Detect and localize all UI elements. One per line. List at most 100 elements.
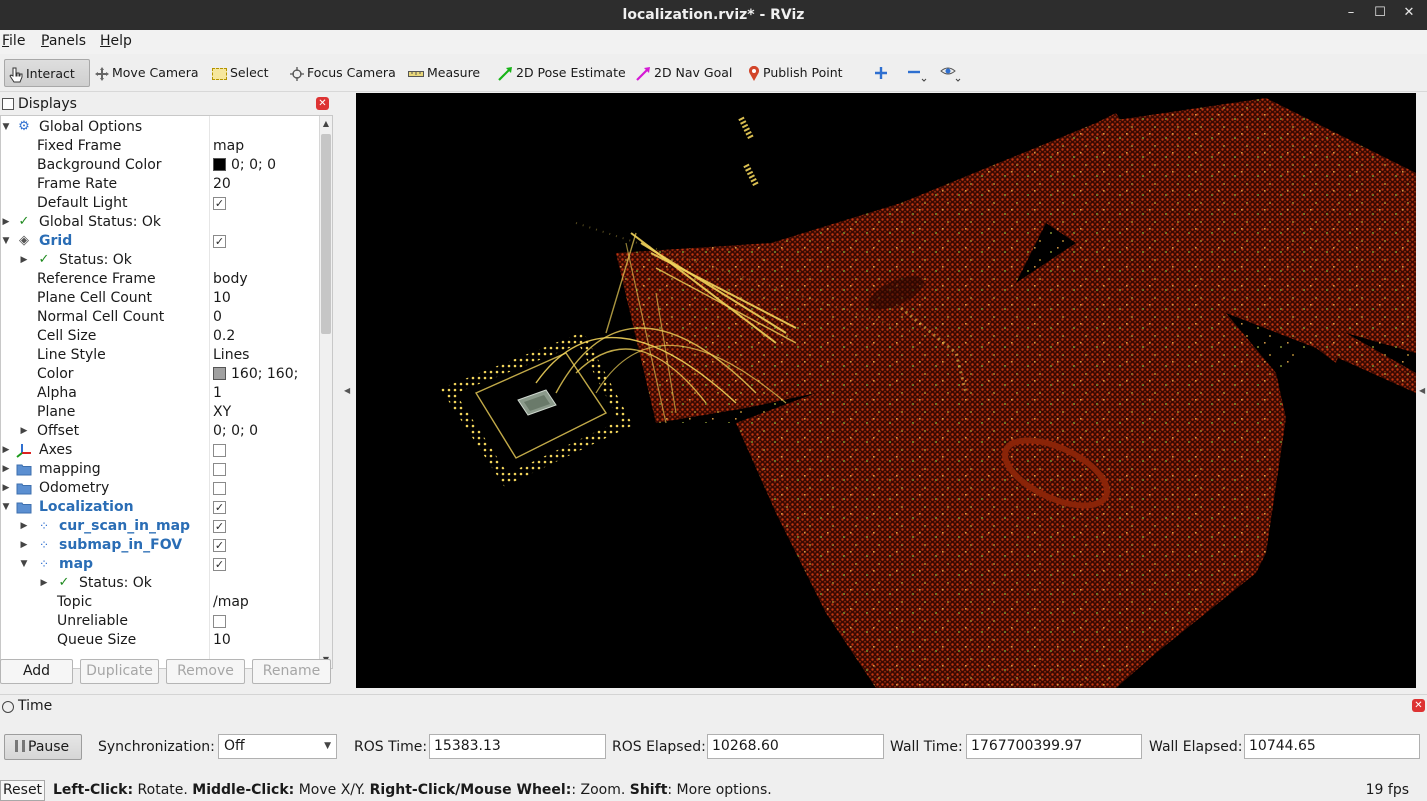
- collapse-arrow-icon[interactable]: ▼: [1, 498, 11, 517]
- axes-checkbox[interactable]: [213, 444, 226, 457]
- tree-row-map-status[interactable]: ▶ ✓ Status: Ok: [1, 574, 319, 593]
- pointcloud-icon: ⁘: [38, 519, 50, 533]
- tree-row-mapping[interactable]: ▶ mapping: [1, 460, 319, 479]
- menu-panels[interactable]: Panels: [41, 33, 86, 49]
- expand-arrow-icon[interactable]: ▶: [19, 422, 29, 441]
- tree-row-color[interactable]: Color 160; 160;: [1, 365, 319, 384]
- tree-row-frame-rate[interactable]: Frame Rate 20: [1, 175, 319, 194]
- sync-dropdown[interactable]: Off ▼: [218, 734, 337, 759]
- ros-time-field[interactable]: 15383.13: [429, 734, 606, 759]
- render-viewport[interactable]: [356, 93, 1416, 688]
- localization-checkbox[interactable]: ✓: [213, 501, 226, 514]
- add-display-button[interactable]: Add: [0, 659, 73, 684]
- scrollbar-thumb[interactable]: [321, 134, 331, 334]
- map-pin-icon: [749, 65, 759, 81]
- tree-row-odometry[interactable]: ▶ Odometry: [1, 479, 319, 498]
- expand-arrow-icon[interactable]: ▶: [1, 479, 11, 498]
- map-checkbox[interactable]: ✓: [213, 558, 226, 571]
- wall-elapsed-field[interactable]: 10744.65: [1244, 734, 1420, 759]
- tree-row-map[interactable]: ▼ ⁘ map ✓: [1, 555, 319, 574]
- wall-time-field[interactable]: 1767700399.97: [966, 734, 1142, 759]
- tree-row-queue-size[interactable]: Queue Size 10: [1, 631, 319, 650]
- tree-row-grid-status[interactable]: ▶ ✓ Status: Ok: [1, 251, 319, 270]
- tree-row-normal-cell-count[interactable]: Normal Cell Count 0: [1, 308, 319, 327]
- select-tool-button[interactable]: Select: [212, 59, 269, 87]
- green-arrow-icon: [498, 67, 512, 81]
- window-title: localization.rviz* - RViz: [622, 7, 805, 23]
- grid-checkbox[interactable]: ✓: [213, 235, 226, 248]
- collapse-right-arrow-icon[interactable]: ◀: [1419, 386, 1425, 395]
- view-tool-button[interactable]: [940, 59, 964, 87]
- remove-tool-button[interactable]: [906, 59, 930, 87]
- close-window-button[interactable]: ✕: [1397, 0, 1421, 28]
- minus-icon: [908, 70, 927, 82]
- collapse-arrow-icon[interactable]: ▼: [19, 555, 29, 574]
- sync-label: Synchronization:: [98, 739, 215, 755]
- collapse-left-arrow-icon[interactable]: ◀: [344, 386, 350, 395]
- tree-row-alpha[interactable]: Alpha 1: [1, 384, 319, 403]
- tree-row-global-status[interactable]: ▶ ✓ Global Status: Ok: [1, 213, 319, 232]
- wall-elapsed-label: Wall Elapsed:: [1149, 739, 1243, 755]
- minimize-button[interactable]: –: [1339, 0, 1363, 28]
- expand-arrow-icon[interactable]: ▶: [19, 517, 29, 536]
- interact-tool-button[interactable]: Interact: [4, 59, 90, 87]
- tree-row-background-color[interactable]: Background Color 0; 0; 0: [1, 156, 319, 175]
- collapse-arrow-icon[interactable]: ▼: [1, 118, 11, 137]
- displays-tree[interactable]: ▼ ⚙ Global Options Fixed Frame map Backg…: [0, 115, 333, 669]
- focus-camera-tool-button[interactable]: Focus Camera: [290, 59, 396, 87]
- expand-arrow-icon[interactable]: ▶: [1, 441, 11, 460]
- unreliable-checkbox[interactable]: [213, 615, 226, 628]
- expand-arrow-icon[interactable]: ▶: [1, 460, 11, 479]
- pose-estimate-tool-button[interactable]: 2D Pose Estimate: [498, 59, 626, 87]
- menu-file[interactable]: File: [2, 33, 25, 49]
- tree-row-plane[interactable]: Plane XY: [1, 403, 319, 422]
- tree-row-global-options[interactable]: ▼ ⚙ Global Options: [1, 118, 319, 137]
- tree-row-localization[interactable]: ▼ Localization ✓: [1, 498, 319, 517]
- maximize-button[interactable]: ☐: [1368, 0, 1392, 28]
- mapping-checkbox[interactable]: [213, 463, 226, 476]
- tree-row-axes[interactable]: ▶ Axes: [1, 441, 319, 460]
- tree-row-offset[interactable]: ▶ Offset 0; 0; 0: [1, 422, 319, 441]
- tree-row-cur-scan-in-map[interactable]: ▶ ⁘ cur_scan_in_map ✓: [1, 517, 319, 536]
- tree-row-fixed-frame[interactable]: Fixed Frame map: [1, 137, 319, 156]
- pause-icon: [15, 740, 25, 752]
- odometry-checkbox[interactable]: [213, 482, 226, 495]
- tree-row-reference-frame[interactable]: Reference Frame body: [1, 270, 319, 289]
- tree-row-cell-size[interactable]: Cell Size 0.2: [1, 327, 319, 346]
- close-displays-button[interactable]: ✕: [316, 97, 329, 110]
- default-light-checkbox[interactable]: ✓: [213, 197, 226, 210]
- remove-display-button[interactable]: Remove: [166, 659, 245, 684]
- publish-point-tool-button[interactable]: Publish Point: [748, 59, 843, 87]
- expand-arrow-icon[interactable]: ▶: [39, 574, 49, 593]
- pause-button[interactable]: Pause: [4, 734, 82, 760]
- tree-scrollbar[interactable]: ▲ ▼: [319, 116, 332, 668]
- expand-arrow-icon[interactable]: ▶: [19, 251, 29, 270]
- tree-row-grid[interactable]: ▼ ◈ Grid ✓: [1, 232, 319, 251]
- close-time-panel-button[interactable]: ✕: [1412, 699, 1425, 712]
- tree-row-topic[interactable]: Topic /map: [1, 593, 319, 612]
- reset-button[interactable]: Reset: [0, 780, 45, 801]
- tree-row-plane-cell-count[interactable]: Plane Cell Count 10: [1, 289, 319, 308]
- submap-in-fov-checkbox[interactable]: ✓: [213, 539, 226, 552]
- collapse-arrow-icon[interactable]: ▼: [1, 232, 11, 251]
- tree-row-submap-in-fov[interactable]: ▶ ⁘ submap_in_FOV ✓: [1, 536, 319, 555]
- ros-elapsed-field[interactable]: 10268.60: [707, 734, 884, 759]
- expand-arrow-icon[interactable]: ▶: [1, 213, 11, 232]
- measure-tool-button[interactable]: Measure: [408, 59, 480, 87]
- move-camera-tool-button[interactable]: Move Camera: [95, 59, 199, 87]
- time-panel: Time ✕ Pause Synchronization: Off ▼ ROS …: [0, 694, 1427, 780]
- menu-help[interactable]: Help: [100, 33, 132, 49]
- scroll-up-icon[interactable]: ▲: [320, 117, 332, 131]
- monitor-icon: [2, 98, 14, 110]
- nav-goal-tool-button[interactable]: 2D Nav Goal: [636, 59, 732, 87]
- rename-display-button[interactable]: Rename: [252, 659, 331, 684]
- duplicate-display-button[interactable]: Duplicate: [80, 659, 159, 684]
- expand-arrow-icon[interactable]: ▶: [19, 536, 29, 555]
- tree-row-default-light[interactable]: Default Light ✓: [1, 194, 319, 213]
- tree-row-unreliable[interactable]: Unreliable: [1, 612, 319, 631]
- chevron-down-icon: ▼: [324, 741, 331, 751]
- add-tool-button[interactable]: [874, 59, 890, 87]
- title-bar: localization.rviz* - RViz – ☐ ✕: [0, 0, 1427, 30]
- tree-row-line-style[interactable]: Line Style Lines: [1, 346, 319, 365]
- cur-scan-in-map-checkbox[interactable]: ✓: [213, 520, 226, 533]
